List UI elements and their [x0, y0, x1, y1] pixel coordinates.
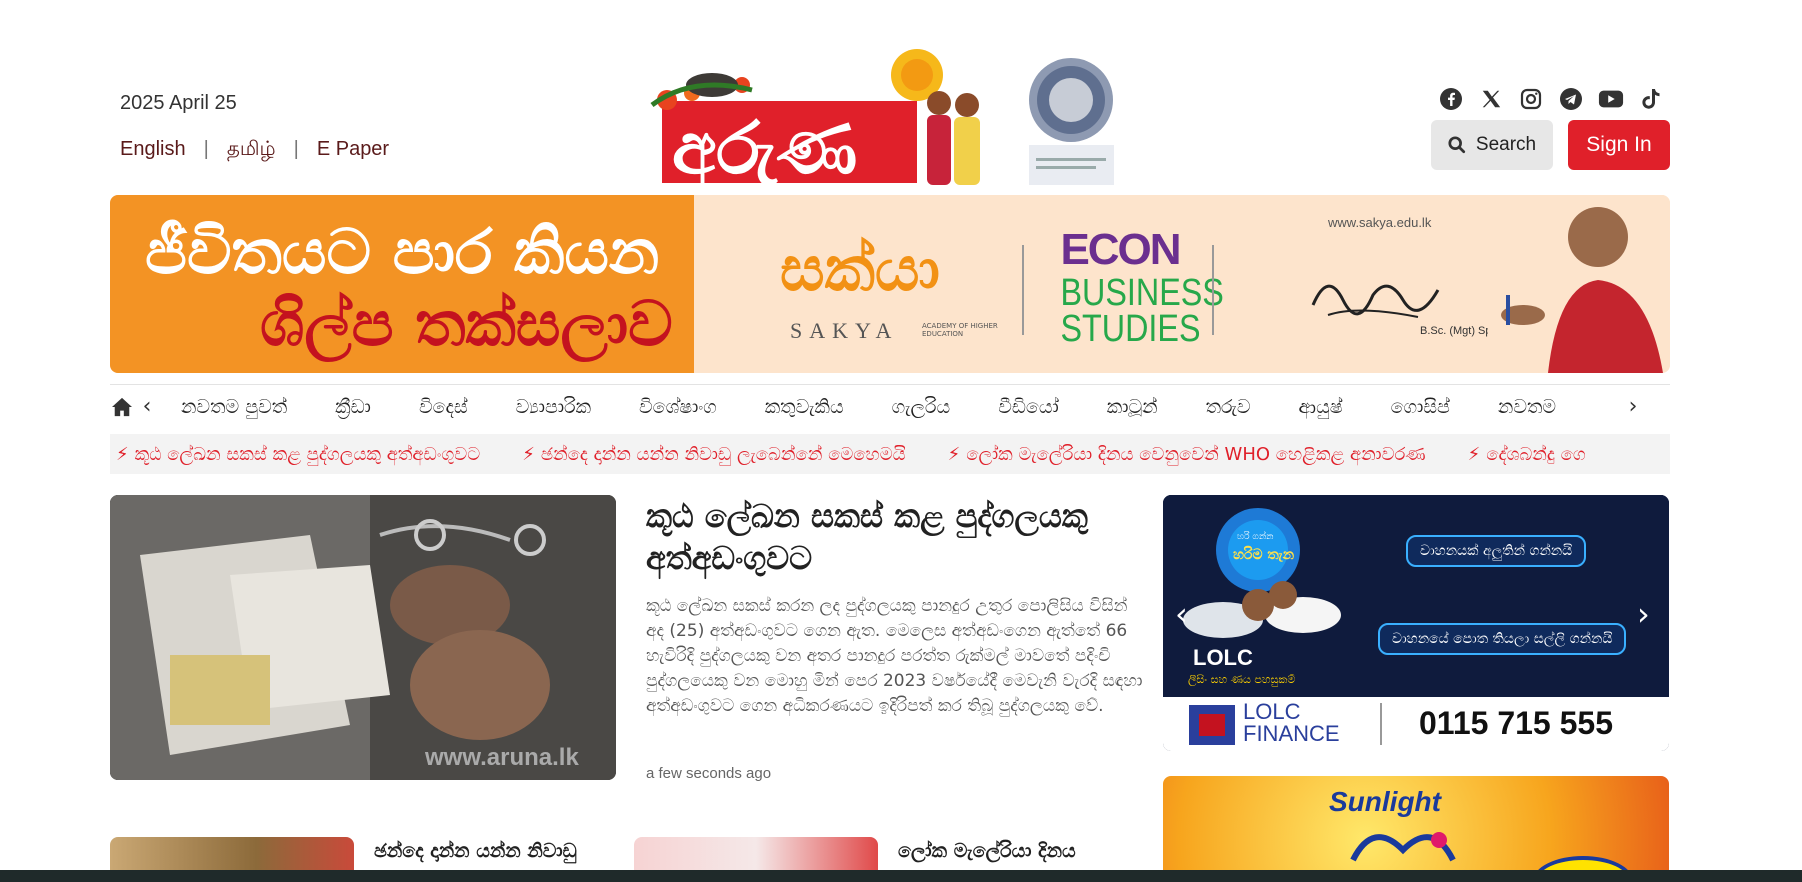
lolc-logo-icon	[1189, 705, 1235, 745]
nav-item-latest-2[interactable]: නවතම	[1498, 396, 1556, 418]
nav-item-sports[interactable]: ක්‍රීඩා	[335, 396, 371, 418]
lightning-icon: ⚡	[116, 443, 129, 465]
ticker-text: දේශබන්දු ගෙ	[1486, 443, 1586, 465]
econ-sub1: BUSINESS	[1060, 272, 1224, 314]
youtube-icon[interactable]	[1598, 86, 1624, 112]
award-trophy-icon	[1029, 58, 1114, 185]
logo-text: අරුණ	[672, 106, 857, 187]
econ-sub2: STUDIES	[1060, 308, 1201, 350]
social-links	[1438, 86, 1664, 112]
nav-item-gossip[interactable]: ගොසිප්	[1391, 396, 1450, 418]
ticker-text: කූඨ ලේඛන සකස් කළ පුද්ගලයකු අත්අඩංගුවට	[134, 443, 481, 465]
main-article-time: a few seconds ago	[646, 765, 772, 782]
sunlight-ad[interactable]: Sunlight	[1163, 776, 1669, 882]
tiktok-icon[interactable]	[1638, 86, 1664, 112]
banner-slogan-line1: ජීවිතයට පාර කියන	[145, 215, 660, 288]
main-article-image[interactable]: www.aruna.lk	[110, 495, 616, 780]
banner-slogan-line2: ශිල්ප තක්සලාව	[260, 287, 673, 360]
lolc-tag: ලීසිං සහ ණය පහසුකම්	[1188, 673, 1295, 687]
bottom-bar	[0, 870, 1802, 882]
divider	[1022, 245, 1024, 335]
sunlight-brand: Sunlight	[1329, 786, 1441, 817]
nav-item-video[interactable]: වීඩියෝ	[998, 396, 1059, 418]
separator: |	[293, 138, 299, 160]
main-article-summary: කූඨ ලේඛන සකස් කරන ලද පුද්ගලයකු පානදුර උත…	[646, 596, 1143, 716]
ticker-item[interactable]: ⚡ කූඨ ලේඛන සකස් කළ පුද්ගලයකු අත්අඩංගුවට	[116, 444, 480, 465]
nav-item-latest[interactable]: නවතම පුවත්	[181, 396, 287, 418]
epaper-link[interactable]: E Paper	[317, 138, 389, 163]
lang-tamil-link[interactable]: தமிழ்	[227, 138, 276, 163]
divider	[1380, 703, 1382, 745]
nav-item-features[interactable]: විශේෂාංග	[639, 396, 717, 418]
banner-url: www.sakya.edu.lk	[1328, 215, 1432, 230]
ad-pill-new-vehicle: වාහනයක් අලුතින් ගන්නයි	[1406, 535, 1587, 567]
banner-slogan-panel: ජීවිතයට පාර කියන ශිල්ප තක්සලාව	[110, 195, 694, 373]
instagram-icon[interactable]	[1518, 86, 1544, 112]
badge-top: හරි ගන්න	[1237, 531, 1273, 542]
main-article-headline[interactable]: කූඨ ලේඛන සකස් කළ පුද්ගලයකු අත්අඩංගුවට	[646, 495, 1146, 579]
econ-title: ECON	[1060, 225, 1181, 274]
presenter-image	[1488, 195, 1670, 373]
ticker-item[interactable]: ⚡ දේශබන්දු ගෙ	[1468, 444, 1586, 465]
carousel-next-chevron-icon[interactable]: ›	[1637, 595, 1650, 633]
carousel-prev-chevron-icon[interactable]: ‹	[1175, 595, 1188, 633]
nav-items: නවතම පුවත් ක්‍රීඩා විදෙස් ව්‍යාපාරික විශ…	[157, 385, 1623, 429]
nav-prev-chevron-icon[interactable]: ‹	[137, 394, 157, 419]
language-links: English | தமிழ் | E Paper	[120, 138, 389, 163]
ticker-text: ලෝක මැලේරියා දිනය වෙනුවෙන් WHO හෙළිකළ අන…	[966, 443, 1426, 465]
breaking-news-ticker: ⚡ කූඨ ලේඛන සකස් කළ පුද්ගලයකු අත්අඩංගුවට …	[110, 434, 1670, 474]
nav-item-ayush[interactable]: ආයුෂ්	[1299, 396, 1343, 418]
nav-item-tharuwa[interactable]: තරුව	[1206, 396, 1251, 418]
nav-next-chevron-icon[interactable]: ›	[1623, 394, 1643, 419]
telegram-icon[interactable]	[1558, 86, 1584, 112]
home-icon[interactable]	[111, 394, 137, 420]
lolc-finance-text: LOLC FINANCE	[1243, 699, 1340, 746]
lolc-ad[interactable]: හරි ගන්න හරිම තැන LOLC ලීසිං සහ ණය පහසුක…	[1163, 495, 1669, 751]
site-header: 2025 April 25 English | தமிழ் | E Paper …	[0, 0, 1802, 195]
x-icon[interactable]	[1478, 86, 1504, 112]
lolc-phone: 0115 715 555	[1419, 705, 1613, 741]
lightning-icon: ⚡	[947, 443, 961, 465]
lolc-ad-footer: LOLC FINANCE 0115 715 555	[1163, 697, 1669, 751]
sakya-brand: සක්යා	[780, 232, 940, 305]
econ-logo: ECON BUSINESS STUDIES	[1050, 225, 1224, 350]
lightning-icon: ⚡	[522, 443, 535, 465]
ticker-item[interactable]: ⚡ ලෝක මැලේරියා දිනය වෙනුවෙන් WHO හෙළිකළ …	[948, 444, 1426, 465]
sign-in-button[interactable]: Sign In	[1568, 120, 1670, 170]
nav-item-foreign[interactable]: විදෙස්	[419, 396, 468, 418]
banner-degree: B.Sc. (Mgt) Sp	[1420, 325, 1492, 337]
top-banner-ad[interactable]: ජීවිතයට පාර කියන ශිල්ප තක්සලාව සක්යා SAK…	[110, 195, 1670, 373]
sakya-sub: ACADEMY OF HIGHER EDUCATION	[922, 322, 998, 338]
separator: |	[203, 138, 209, 160]
current-date: 2025 April 25	[120, 92, 237, 114]
ad-pill-vehicle-loan: වාහනයේ පොත තියලා සල්ලි ගන්නයි	[1378, 623, 1627, 655]
lang-english-link[interactable]: English	[120, 138, 186, 163]
nav-item-gallery[interactable]: ගැලරිය	[892, 396, 951, 418]
lolc-brand: LOLC	[1193, 645, 1253, 670]
nav-item-business[interactable]: ව්‍යාපාරික	[516, 396, 591, 418]
sakya-logo: සක්යා SAKYA ACADEMY OF HIGHER EDUCATION	[780, 230, 1020, 345]
facebook-icon[interactable]	[1438, 86, 1464, 112]
search-icon	[1448, 136, 1465, 154]
divider	[1212, 245, 1214, 335]
signature-icon	[1311, 284, 1440, 318]
sakya-latin: SAKYA	[790, 318, 899, 343]
ticker-item[interactable]: ⚡ ඡන්දෙ දාන්න යන්න නිවාඩු ලැබෙන්නේ මෙහෙම…	[522, 444, 905, 465]
nav-item-cartoons[interactable]: කාටූන්	[1107, 396, 1158, 418]
search-button[interactable]: Search	[1431, 120, 1553, 170]
ticker-text: ඡන්දෙ දාන්න යන්න නිවාඩු ලැබෙන්නේ මෙහෙමයි	[540, 443, 906, 465]
search-label: Search	[1475, 134, 1537, 155]
nav-item-editorial[interactable]: කතුවැකිය	[765, 396, 844, 418]
article-card-title[interactable]: ලෝක මැලේරියා දිනය	[898, 838, 1118, 864]
article-card-title[interactable]: ඡන්දෙ දාන්න යන්න නිවාඩු	[374, 838, 594, 864]
site-logo[interactable]: අරුණ	[632, 45, 1022, 187]
image-watermark: www.aruna.lk	[424, 744, 579, 771]
main-nav: ‹ නවතම පුවත් ක්‍රීඩා විදෙස් ව්‍යාපාරික ව…	[110, 384, 1670, 428]
lightning-icon: ⚡	[1467, 443, 1481, 465]
badge-main: හරිම තැන	[1233, 546, 1295, 563]
